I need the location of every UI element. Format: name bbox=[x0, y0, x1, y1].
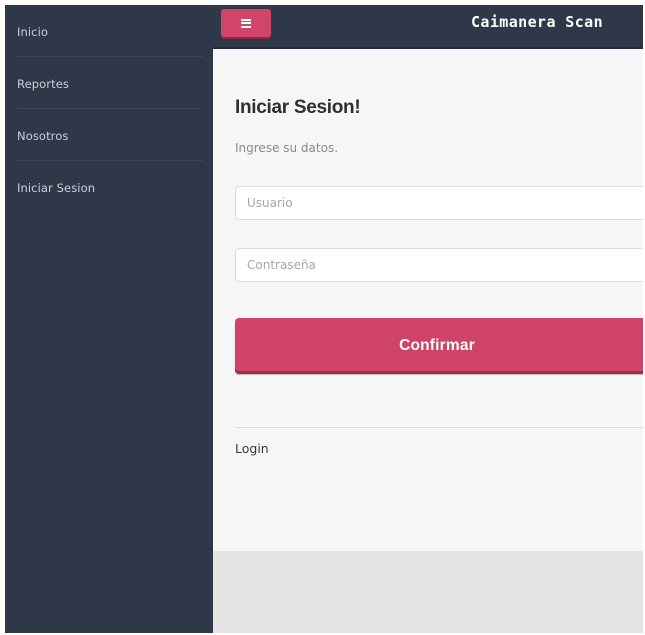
hamburger-menu-icon bbox=[241, 18, 251, 28]
page-subtitle: Ingrese su datos. bbox=[235, 141, 339, 155]
sidebar-item-label: Nosotros bbox=[17, 129, 69, 143]
sidebar-item-label: Inicio bbox=[17, 25, 49, 39]
confirm-button[interactable]: Confirmar bbox=[235, 318, 643, 374]
login-panel: Iniciar Sesion! Ingrese su datos. Confir… bbox=[213, 49, 643, 551]
password-input[interactable] bbox=[235, 248, 643, 282]
page-title: Iniciar Sesion! bbox=[235, 97, 361, 118]
sidebar-item-nosotros[interactable]: Nosotros bbox=[17, 109, 203, 161]
page-footer bbox=[213, 551, 643, 633]
sidebar-item-inicio[interactable]: Inicio bbox=[17, 5, 203, 57]
username-input[interactable] bbox=[235, 186, 643, 220]
top-bar: Caimanera Scan bbox=[213, 5, 643, 49]
divider bbox=[235, 427, 643, 428]
confirm-button-label: Confirmar bbox=[399, 337, 475, 354]
sidebar-item-label: Reportes bbox=[17, 77, 69, 91]
app-frame: Inicio Reportes Nosotros Iniciar Sesion … bbox=[5, 5, 643, 633]
sidebar-item-reportes[interactable]: Reportes bbox=[17, 57, 203, 109]
sidebar-item-label: Iniciar Sesion bbox=[17, 181, 96, 195]
login-footer-label: Login bbox=[235, 441, 269, 456]
sidebar-item-iniciar-sesion[interactable]: Iniciar Sesion bbox=[17, 161, 203, 212]
menu-toggle-button[interactable] bbox=[221, 9, 271, 37]
app-title: Caimanera Scan bbox=[471, 13, 604, 31]
sidebar: Inicio Reportes Nosotros Iniciar Sesion bbox=[5, 5, 213, 633]
